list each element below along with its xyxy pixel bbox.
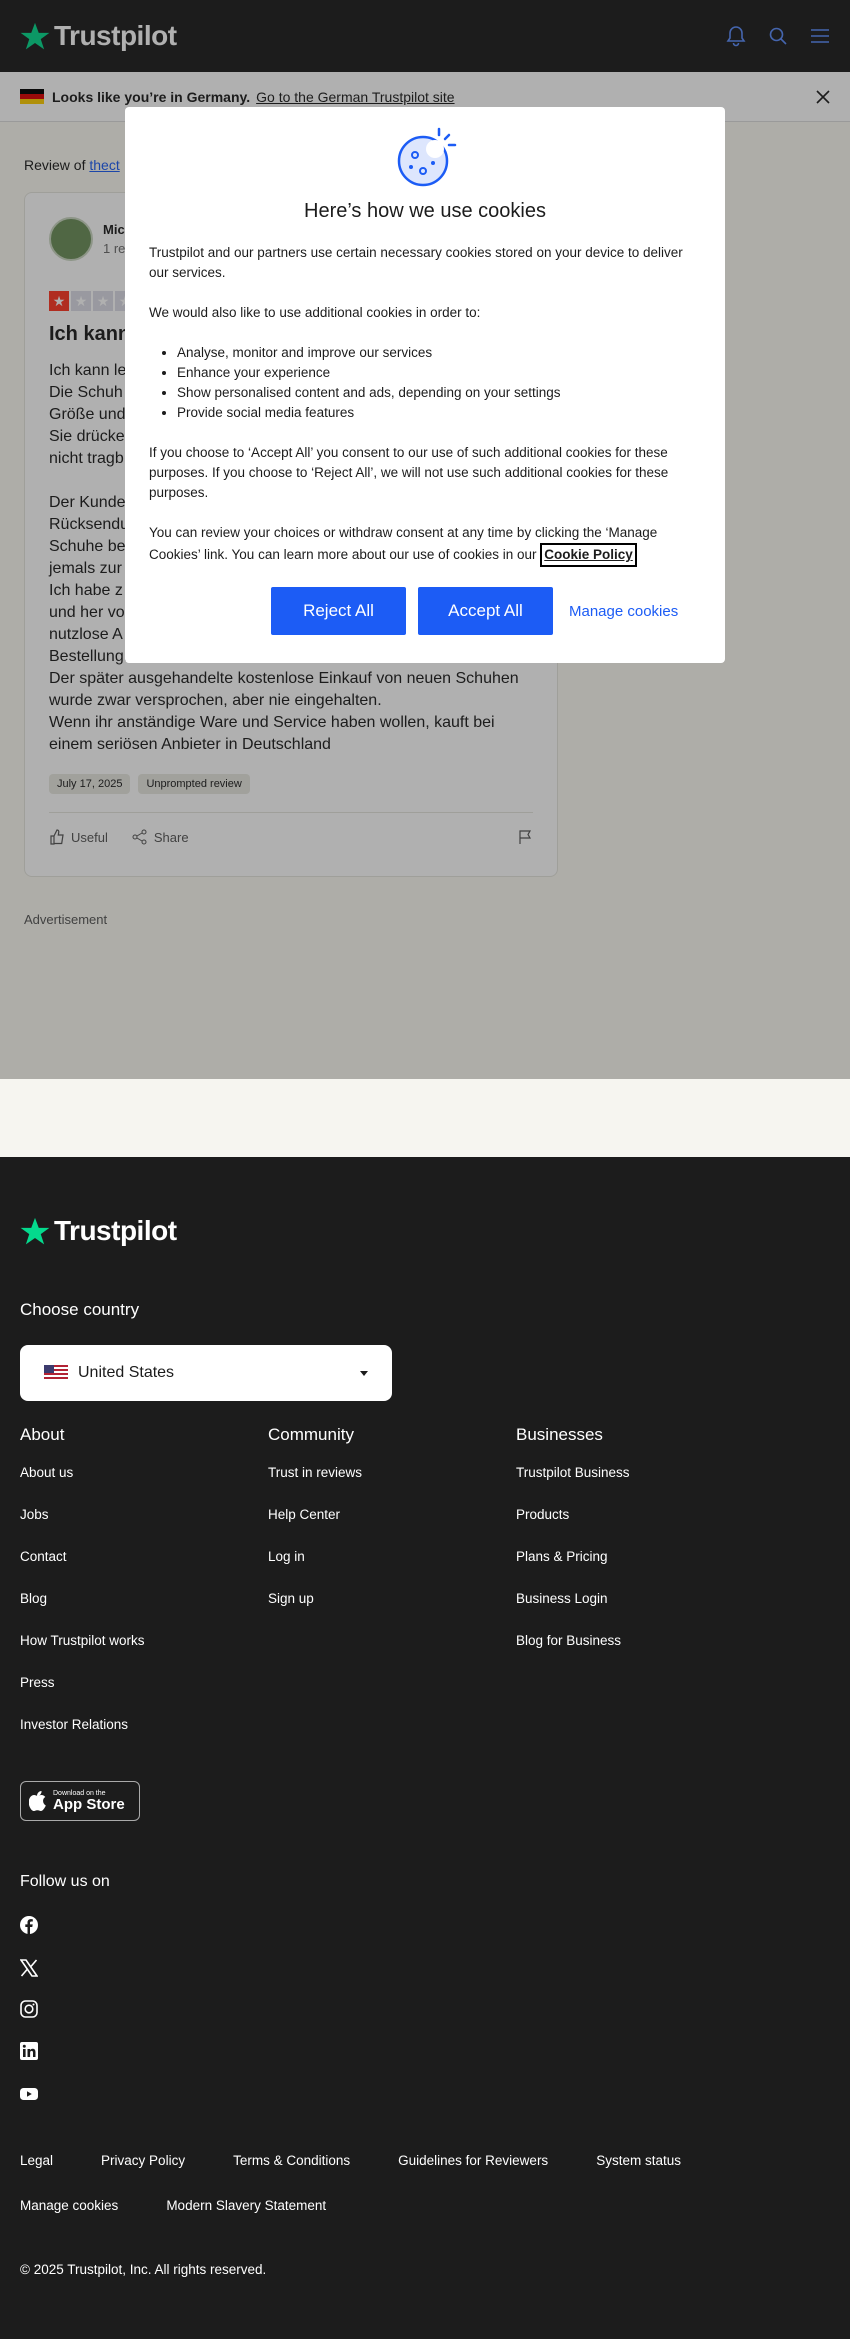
legal-link[interactable]: System status	[596, 2153, 681, 2168]
copyright: © 2025 Trustpilot, Inc. All rights reser…	[20, 2262, 267, 2277]
footer-link-about[interactable]: Press	[20, 1675, 260, 1690]
x-twitter-icon[interactable]	[20, 1959, 38, 1977]
footer-logo-text: Trustpilot	[54, 1215, 177, 1246]
footer-link-about[interactable]: Blog	[20, 1591, 260, 1606]
star-logo-icon	[20, 1217, 50, 1245]
about-heading: About	[20, 1425, 65, 1444]
cookie-purpose-item: Enhance your experience	[177, 363, 701, 383]
legal-link[interactable]: Manage cookies	[20, 2198, 118, 2213]
separator-strip	[0, 1079, 850, 1157]
footer-logo[interactable]: Trustpilot	[20, 1215, 177, 1247]
cookie-purpose-item: Show personalised content and ads, depen…	[177, 383, 701, 403]
footer-link-businesses[interactable]: Products	[516, 1507, 756, 1522]
manage-cookies-link[interactable]: Manage cookies	[569, 603, 678, 620]
legal-link[interactable]: Legal	[20, 2153, 53, 2168]
community-heading: Community	[268, 1425, 354, 1444]
footer-link-community[interactable]: Help Center	[268, 1507, 508, 1522]
instagram-icon[interactable]	[20, 2000, 38, 2018]
cookie-policy-link[interactable]: Cookie Policy	[540, 543, 637, 567]
businesses-heading: Businesses	[516, 1425, 603, 1444]
legal-link[interactable]: Terms & Conditions	[233, 2153, 350, 2168]
cookie-modal: Here’s how we use cookies Trustpilot and…	[125, 107, 725, 663]
legal-link[interactable]: Modern Slavery Statement	[166, 2198, 326, 2213]
footer-link-businesses[interactable]: Plans & Pricing	[516, 1549, 756, 1564]
reject-all-button[interactable]: Reject All	[271, 587, 406, 635]
cookie-paragraph: If you choose to ‘Accept All’ you consen…	[149, 445, 669, 500]
footer-link-about[interactable]: About us	[20, 1465, 260, 1480]
legal-links-row: Legal Privacy Policy Terms & Conditions Gui…	[20, 2153, 729, 2168]
footer-link-about[interactable]: Investor Relations	[20, 1717, 260, 1732]
footer-link-community[interactable]: Trust in reviews	[268, 1465, 508, 1480]
cookie-paragraph: Trustpilot and our partners use certain …	[149, 245, 683, 280]
legal-link[interactable]: Guidelines for Reviewers	[398, 2153, 548, 2168]
facebook-icon[interactable]	[20, 1916, 38, 1934]
footer-community-column: Community Trust in reviews Help Center Log…	[268, 1425, 508, 1633]
footer-link-about[interactable]: How Trustpilot works	[20, 1633, 260, 1648]
follow-us-label: Follow us on	[20, 1873, 110, 1890]
footer-about-column: About About us Jobs Contact Blog How Trustpi…	[20, 1425, 260, 1759]
app-store-text: App Store	[53, 1796, 125, 1813]
country-value: United States	[78, 1364, 175, 1381]
cookie-purpose-list: Analyse, monitor and improve our service…	[177, 343, 701, 423]
footer-link-businesses[interactable]: Business Login	[516, 1591, 756, 1606]
footer-link-community[interactable]: Log in	[268, 1549, 508, 1564]
footer-link-about[interactable]: Contact	[20, 1549, 260, 1564]
footer-businesses-column: Businesses Trustpilot Business Products Pl…	[516, 1425, 756, 1675]
cookie-paragraph: We would also like to use additional coo…	[149, 305, 481, 320]
apple-icon	[29, 1791, 46, 1811]
accept-all-button[interactable]: Accept All	[418, 587, 553, 635]
cookie-purpose-item: Provide social media features	[177, 403, 701, 423]
choose-country-label: Choose country	[20, 1300, 140, 1319]
youtube-icon[interactable]	[20, 2085, 38, 2103]
footer-link-community[interactable]: Sign up	[268, 1591, 508, 1606]
app-store-badge[interactable]: Download on the App Store	[20, 1781, 140, 1821]
caret-down-icon	[360, 1370, 368, 1376]
cookie-paragraph: You can review your choices or withdraw …	[149, 523, 701, 567]
cookie-title: Here’s how we use cookies	[304, 200, 546, 222]
footer-link-about[interactable]: Jobs	[20, 1507, 260, 1522]
cookie-purpose-item: Analyse, monitor and improve our service…	[177, 343, 701, 363]
cookie-text: Trustpilot and our partners use certain …	[149, 243, 701, 587]
us-flag-icon	[44, 1365, 68, 1381]
cookie-icon	[397, 127, 457, 187]
legal-link[interactable]: Privacy Policy	[101, 2153, 185, 2168]
linkedin-icon[interactable]	[20, 2042, 38, 2060]
site-footer: Trustpilot Choose country United States …	[0, 1157, 850, 2339]
footer-link-businesses[interactable]: Trustpilot Business	[516, 1465, 756, 1480]
footer-link-businesses[interactable]: Blog for Business	[516, 1633, 756, 1648]
country-select[interactable]: United States	[20, 1345, 392, 1401]
legal-links-row: Manage cookies Modern Slavery Statement	[20, 2198, 374, 2213]
